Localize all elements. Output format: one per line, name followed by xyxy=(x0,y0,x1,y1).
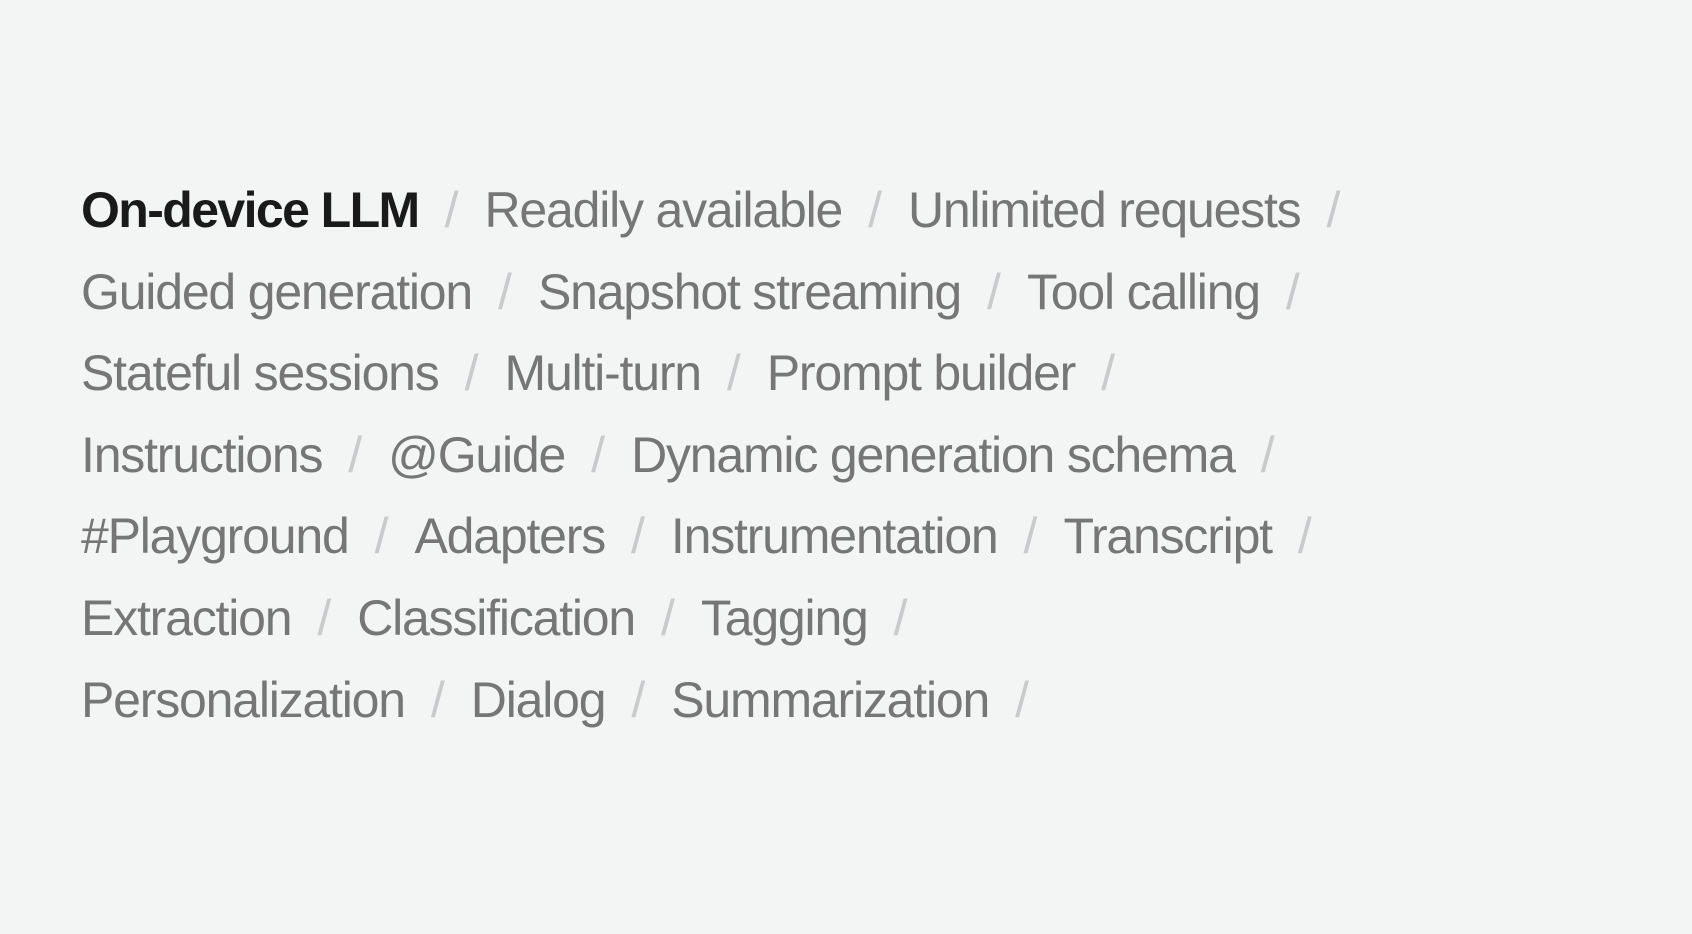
separator: / xyxy=(430,671,445,728)
separator: / xyxy=(498,263,512,320)
keyword-row: On-device LLM / Readily available / Unlimi… xyxy=(81,181,1641,263)
keyword-row: Stateful sessions / Multi-turn / Prompt bu… xyxy=(81,344,1641,426)
keyword-active: On-device LLM xyxy=(81,182,420,238)
keyword: Instructions xyxy=(81,426,323,483)
separator: / xyxy=(348,426,363,483)
keyword: @Guide xyxy=(388,426,566,483)
keyword-cloud: On-device LLM / Readily available / Unlimi… xyxy=(81,181,1641,752)
separator: / xyxy=(987,263,1001,320)
keyword: Multi-turn xyxy=(504,345,703,402)
keyword: Dynamic generation schema xyxy=(631,426,1236,483)
keyword: Instrumentation xyxy=(670,508,999,565)
separator: / xyxy=(591,426,606,483)
separator: / xyxy=(444,182,459,238)
separator: / xyxy=(374,508,389,565)
separator: / xyxy=(893,589,908,646)
keyword: Guided generation xyxy=(81,263,473,320)
keyword: Summarization xyxy=(671,671,990,728)
keyword: Dialog xyxy=(470,671,607,728)
keyword: Prompt builder xyxy=(766,345,1077,402)
separator: / xyxy=(1297,508,1312,565)
keyword-row: #Playground / Adapters / Instrumentation / … xyxy=(81,507,1641,589)
keyword: Adapters xyxy=(414,508,606,565)
separator: / xyxy=(1326,182,1341,238)
keyword-row: Extraction / Classification / Tagging / xyxy=(81,589,1641,671)
keyword-row: Instructions / @Guide / Dynamic generation… xyxy=(81,426,1641,508)
keyword: Stateful sessions xyxy=(81,345,440,402)
separator: / xyxy=(726,345,741,402)
keyword-row: Guided generation / Snapshot streaming / T… xyxy=(81,263,1641,345)
keyword: Unlimited requests xyxy=(908,182,1302,238)
separator: / xyxy=(1260,426,1275,483)
keyword-row: Personalization / Dialog / Summarization / xyxy=(81,671,1641,753)
keyword: Extraction xyxy=(81,589,293,646)
keyword: Readily available xyxy=(484,182,843,238)
keyword: Tagging xyxy=(700,589,869,646)
keyword: Classification xyxy=(357,589,636,646)
separator: / xyxy=(1285,263,1300,320)
keyword: #Playground xyxy=(81,508,350,565)
keyword: Personalization xyxy=(81,671,406,728)
separator: / xyxy=(1023,508,1038,565)
keyword: Snapshot streaming xyxy=(537,263,962,320)
separator: / xyxy=(631,508,645,565)
separator: / xyxy=(464,345,479,402)
keyword: Tool calling xyxy=(1026,263,1261,320)
separator: / xyxy=(1101,345,1116,402)
keyword: Transcript xyxy=(1063,508,1273,565)
separator: / xyxy=(317,589,332,646)
separator: / xyxy=(661,589,675,646)
separator: / xyxy=(1015,671,1030,728)
separator: / xyxy=(631,671,646,728)
separator: / xyxy=(868,182,882,238)
